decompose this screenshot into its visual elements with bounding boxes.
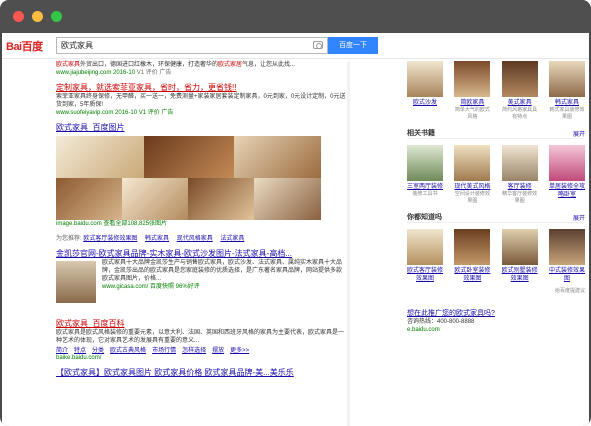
know-card[interactable]: 欧式别墅装修效果图 <box>501 229 538 283</box>
know-card[interactable]: 中式装修效果图 <box>548 229 585 283</box>
related-label: 为您推荐: <box>56 236 82 242</box>
result-snippet: 欧式家具是欧式风格装修的重要元素，以意大利、法国、英国和西班牙风格的家具为主要代… <box>56 330 345 344</box>
card-sub: 装修工具书 <box>412 191 438 197</box>
section-title: 你都知道吗 <box>407 214 442 221</box>
card-caption: 单居装修全攻略卧室 <box>548 184 585 198</box>
ad-url[interactable]: e.baidu.com <box>407 326 585 334</box>
maximize-window-button[interactable] <box>51 11 62 22</box>
browser-window: Bai百度 百度一下 欧式家具外贸出口，德国进口红橡木，环保健康，打造奢华的欧式… <box>0 0 591 426</box>
book-card[interactable]: 现代美式风格 空间设计装修效果图 <box>454 145 490 205</box>
sidebar-card[interactable]: 欧式沙发 <box>407 61 443 121</box>
results-column: 欧式家具外贸出口，德国进口红橡木，环保健康，打造奢华的欧式家居气息，让您从此找.… <box>56 61 346 384</box>
card-sub: 简单大气的欧式风格 <box>454 107 490 120</box>
sidebar-card[interactable]: 韩式家具 韩式家具装修效果图 <box>548 61 585 121</box>
minimize-window-button[interactable] <box>32 11 43 22</box>
card-caption: 欧式别墅装修效果图 <box>501 268 538 282</box>
card-sub: 空间设计装修效果图 <box>454 191 490 204</box>
result-snippet: 欧式家具十大品牌金凯莎生产与销售欧式家具，欧式沙发、法式家具、属纯实木家具十大品… <box>102 260 343 282</box>
result-item: 金凯莎官网-欧式家具品牌-实木家具-欧式沙发图片-法式家具-高档... 欧式家具… <box>56 249 346 313</box>
page-viewport: Bai百度 百度一下 欧式家具外贸出口，德国进口红橡木，环保健康，打造奢华的欧式… <box>2 33 589 426</box>
result-title[interactable]: 【欧式家具】欧式家具图片 欧式家具价格 欧式家具品牌-美...美乐乐 <box>56 368 346 378</box>
section-title: 相关书籍 <box>407 130 435 137</box>
sidebar-card[interactable]: 美式家具 简约风格家具具有特点 <box>501 61 538 121</box>
result-title[interactable]: 金凯莎官网-欧式家具品牌-实木家具-欧式沙发图片-法式家具-高档... <box>56 249 346 259</box>
know-section-header: 你都知道吗 展开 <box>407 211 585 223</box>
related-link[interactable]: 现代风格家具 <box>177 236 213 242</box>
title-bar <box>0 0 591 33</box>
result-item: 定制家具，就选索菲亚家具，省时，省力，更省钱!! 索菲亚家具终身保修，无甲醛，买… <box>56 83 346 117</box>
card-sub: 简约风格家具具有特点 <box>502 107 538 120</box>
result-url[interactable]: www.suofeiyavip.com 2016-10 V1 评价 广告 <box>56 109 346 117</box>
related-link[interactable]: 韩式家具 <box>145 236 169 242</box>
search-box <box>56 37 328 54</box>
card-caption: 简欧家具 <box>460 100 485 106</box>
result-title[interactable]: 欧式家具_百度图片 <box>56 123 346 133</box>
result-title[interactable]: 欧式家具_百度百科 <box>56 319 346 329</box>
result-thumbnail[interactable] <box>56 261 96 303</box>
card-sub: 精华客厅装修效果图 <box>502 191 538 204</box>
books-section-header: 相关书籍 展开 <box>407 127 585 139</box>
sublink[interactable]: 欧式古典风格 <box>110 348 146 354</box>
expand-link[interactable]: 展开 <box>573 213 585 222</box>
book-card[interactable]: 三室两厅装修 装修工具书 <box>407 145 443 205</box>
book-card[interactable]: 单居装修全攻略卧室 <box>548 145 585 205</box>
related-searches: 为您推荐: 欧式客厅装修效果图 韩式家具 现代风格家具 法式家具 <box>56 234 346 244</box>
result-snippet-top: 欧式家具外贸出口，德国进口红橡木，环保健康，打造奢华的欧式家居气息，让您从此找.… <box>56 61 346 77</box>
ad-link[interactable]: 想在此推广您的欧式家具吗? <box>407 308 585 318</box>
result-title[interactable]: 定制家具，就选索菲亚家具，省时，省力，更省钱!! <box>56 83 346 93</box>
sidebar: 欧式沙发 简欧家具 简单大气的欧式风格 美式家具 简约风格家具具有特点 韩式家具 韩式… <box>407 61 585 334</box>
card-caption: 三室两厅装修 <box>407 184 444 190</box>
expand-link[interactable]: 展开 <box>573 129 585 138</box>
result-url[interactable]: www.gicasa.com/ 百度快照 96%好评 <box>102 283 346 291</box>
books-grid: 三室两厅装修 装修工具书 现代美式风格 空间设计装修效果图 客厅装修 精华客厅装修效果… <box>407 145 585 205</box>
feedback-link[interactable]: 给百度提建议 <box>407 287 585 294</box>
result-item: 欧式家具_百度百科 欧式家具是欧式风格装修的重要元素，以意大利、法国、英国和西班… <box>56 319 346 362</box>
sublink[interactable]: 摆放 <box>212 348 224 354</box>
camera-icon[interactable] <box>313 41 323 49</box>
search-header: Bai百度 百度一下 <box>2 33 589 59</box>
sidebar-card[interactable]: 简欧家具 简单大气的欧式风格 <box>454 61 491 121</box>
book-card[interactable]: 客厅装修 精华客厅装修效果图 <box>501 145 538 205</box>
card-caption: 现代美式风格 <box>454 184 491 190</box>
baidu-logo[interactable]: Bai百度 <box>6 38 43 54</box>
result-snippet: 索菲亚家具终身保修，无甲醛，买一送一，免费测量+家装家居套装定制家具，0元到家，… <box>56 94 346 108</box>
card-caption: 中式装修效果图 <box>548 268 585 282</box>
related-link[interactable]: 欧式客厅装修效果图 <box>83 236 137 242</box>
card-sub: 韩式家具装修效果图 <box>549 107 585 120</box>
result-url[interactable]: baike.baidu.com/ <box>56 354 346 362</box>
results-scrollbar[interactable] <box>347 61 350 426</box>
card-caption: 欧式沙发 <box>412 100 437 106</box>
sublink[interactable]: 怎样选择 <box>182 348 206 354</box>
sidebar-top-grid: 欧式沙发 简欧家具 简单大气的欧式风格 美式家具 简约风格家具具有特点 韩式家具 韩式… <box>407 61 585 121</box>
result-url[interactable]: www.jiajubeijing.com 2016-10 V1 评价 广告 <box>56 69 346 77</box>
sublink[interactable]: 更多>> <box>230 348 249 354</box>
logo-text: Bai百度 <box>6 41 43 53</box>
close-window-button[interactable] <box>13 11 24 22</box>
sublink[interactable]: 市场行情 <box>152 348 176 354</box>
card-caption: 欧式卧室装修效果图 <box>454 268 491 282</box>
know-card[interactable]: 欧式卧室装修效果图 <box>454 229 490 283</box>
card-caption: 韩式家具 <box>554 100 579 106</box>
related-link[interactable]: 法式家具 <box>220 236 244 242</box>
search-button[interactable]: 百度一下 <box>328 37 378 54</box>
result-item: 【欧式家具】欧式家具图片 欧式家具价格 欧式家具品牌-美...美乐乐 <box>56 368 346 378</box>
result-sublinks: 简介 特点 分类 欧式古典风格 市场行情 怎样选择 摆放 更多>> <box>56 345 346 354</box>
result-image-block: 欧式家具_百度图片 image.baidu.com 查看全部108,825张图片 <box>56 123 346 228</box>
ad-phone: 咨询热线：400-800-8888 <box>407 319 475 325</box>
know-grid: 欧式客厅装修效果图 欧式卧室装修效果图 欧式别墅装修效果图 中式装修效果图 <box>407 229 585 283</box>
search-input[interactable] <box>57 38 297 53</box>
result-url[interactable]: image.baidu.com 查看全部108,825张图片 <box>56 220 346 228</box>
card-caption: 客厅装修 <box>507 184 532 190</box>
result-snippet: 欧式家具外贸出口，德国进口红橡木，环保健康，打造奢华的欧式家居气息，让您从此找.… <box>56 62 296 68</box>
image-gallery[interactable] <box>56 136 321 220</box>
card-caption: 美式家具 <box>507 100 532 106</box>
know-card[interactable]: 欧式客厅装修效果图 <box>407 229 443 283</box>
card-caption: 欧式客厅装修效果图 <box>407 268 444 282</box>
